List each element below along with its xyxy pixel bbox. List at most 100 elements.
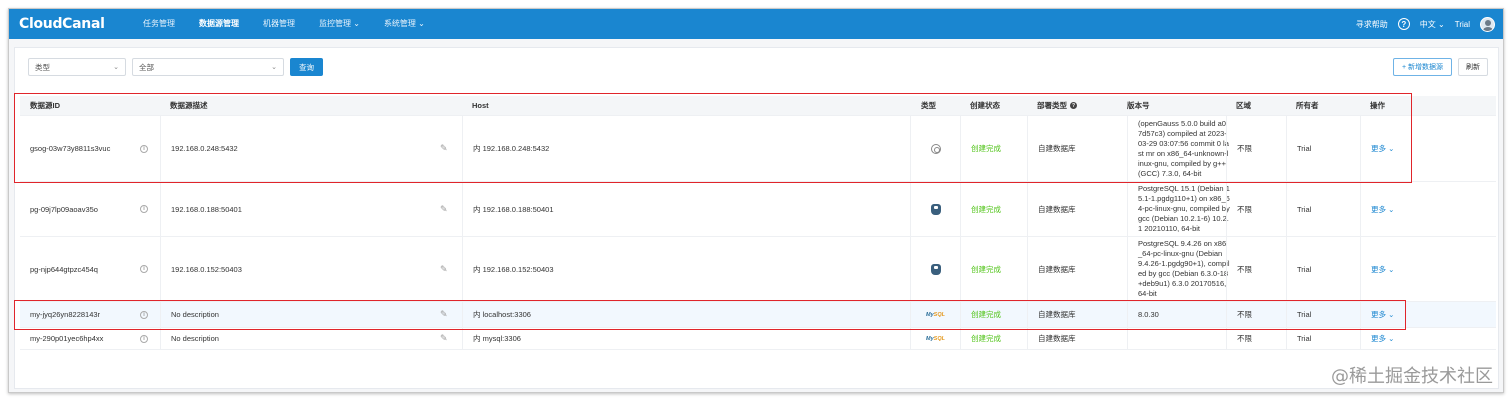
chevron-down-icon: ⌄ [271,64,277,71]
nav-task-management[interactable]: 任务管理 [131,9,187,39]
mysql-logo-text-accent: SQL [933,311,945,318]
region: 不限 [1226,182,1252,236]
col-host: Host [472,101,489,110]
table-header: 数据源ID 数据源描述 Host 类型 创建状态 部署类型 ? 版本号 区域 所… [20,96,1496,116]
status-text: 创建完成 [960,237,1001,301]
owner: Trial [1286,302,1311,327]
datasource-desc: 192.168.0.152:50403 [160,237,242,301]
edit-icon[interactable]: ✎ [440,309,448,320]
datasource-desc: 192.168.0.248:5432 [160,116,238,181]
mysql-icon: MySQL [926,336,945,342]
region: 不限 [1226,116,1252,181]
datasource-desc: 192.168.0.188:50401 [160,182,242,236]
version-text: PostgreSQL 15.1 (Debian 15.1-1.pgdg110+1… [1138,184,1230,233]
more-menu[interactable]: 更多 ⌄ [1360,116,1394,181]
edit-icon[interactable]: ✎ [440,264,448,275]
top-nav: CloudCanal 任务管理 数据源管理 机器管理 监控管理 ⌄ 系统管理 ⌄… [9,9,1503,39]
datasource-host: 内 192.168.0.188:50401 [462,182,554,236]
datasource-host: 内 mysql:3306 [462,328,521,349]
add-datasource-button[interactable]: + 新增数据源 [1392,58,1452,76]
col-ops: 操作 [1370,101,1385,110]
datasource-desc: No description [160,328,219,349]
postgresql-icon [930,263,941,275]
deploy-type: 自建数据库 [1027,328,1076,349]
table-row: pg-njp644gtpzc454q i 192.168.0.152:50403… [20,237,1496,302]
watermark: @稀土掘金技术社区 [1331,366,1493,387]
version-text: 8.0.30 [1127,302,1159,327]
info-icon[interactable]: i [140,334,148,343]
datasource-host: 内 192.168.0.152:50403 [462,237,554,301]
more-menu[interactable]: 更多 ⌄ [1360,237,1394,301]
datasource-desc: No description [160,302,219,327]
owner: Trial [1286,116,1311,181]
postgresql-icon [930,203,941,215]
info-icon[interactable]: i [140,144,148,153]
table-row: gsog-03w73y8811s3vuc i 192.168.0.248:543… [20,116,1496,182]
more-menu[interactable]: 更多 ⌄ [1360,302,1394,327]
content-panel: 类型 ⌄ 全部 ⌄ 查询 + 新增数据源 刷新 数据源ID 数据源描述 Host… [14,47,1499,389]
scope-select[interactable]: 全部 ⌄ [132,58,284,76]
datasource-id[interactable]: my-jyq26yn8228143r [30,302,100,327]
datasource-id[interactable]: my-290p01yec6hp4xx [30,328,103,349]
status-text: 创建完成 [960,328,1001,349]
help-link[interactable]: 寻求帮助 [1356,19,1388,30]
edit-icon[interactable]: ✎ [440,204,448,215]
logo: CloudCanal [19,16,105,32]
type-select[interactable]: 类型 ⌄ [28,58,126,76]
datasource-id[interactable]: pg-njp644gtpzc454q [30,237,98,301]
info-icon[interactable]: i [140,265,148,273]
col-id: 数据源ID [30,101,60,110]
col-desc: 数据源描述 [170,101,208,110]
opengauss-icon [930,143,941,154]
nav-system-management[interactable]: 系统管理 ⌄ [372,9,437,39]
mysql-logo-text: My [926,335,934,342]
region: 不限 [1226,302,1252,327]
deploy-type: 自建数据库 [1027,237,1076,301]
col-deploy-label: 部署类型 [1037,101,1067,110]
table-row: my-290p01yec6hp4xx i No description ✎ 内 … [20,328,1496,350]
owner: Trial [1286,182,1311,236]
status-text: 创建完成 [960,182,1001,236]
version-text: PostgreSQL 9.4.26 on x86_64-pc-linux-gnu… [1138,239,1230,298]
nav-monitor-management[interactable]: 监控管理 ⌄ [307,9,372,39]
owner: Trial [1286,328,1311,349]
datasource-id[interactable]: pg-09j7lp09aoav35o [30,182,98,236]
col-deploy: 部署类型 ? [1037,96,1077,115]
table-row: my-jyq26yn8228143r i No description ✎ 内 … [20,302,1496,328]
col-version: 版本号 [1127,101,1150,110]
edit-icon[interactable]: ✎ [440,143,448,154]
app-window: CloudCanal 任务管理 数据源管理 机器管理 监控管理 ⌄ 系统管理 ⌄… [8,8,1504,393]
more-menu[interactable]: 更多 ⌄ [1360,182,1394,236]
datasource-id[interactable]: gsog-03w73y8811s3vuc [30,116,110,181]
user-name[interactable]: Trial [1455,20,1470,29]
nav-machine-management[interactable]: 机器管理 [251,9,307,39]
col-type: 类型 [921,101,936,110]
filter-bar: 类型 ⌄ 全部 ⌄ 查询 [28,58,323,76]
info-icon[interactable]: i [140,205,148,213]
nav-datasource-management[interactable]: 数据源管理 [187,9,251,39]
region: 不限 [1226,237,1252,301]
mysql-logo-text: My [926,311,934,318]
table-row: pg-09j7lp09aoav35o i 192.168.0.188:50401… [20,182,1496,237]
col-owner: 所有者 [1296,101,1319,110]
language-select[interactable]: 中文 ⌄ [1420,19,1445,30]
avatar[interactable] [1480,16,1495,32]
info-icon[interactable]: i [140,310,148,319]
search-button[interactable]: 查询 [290,58,323,76]
version-text [1127,328,1138,349]
chevron-down-icon: ⌄ [113,64,119,71]
edit-icon[interactable]: ✎ [440,333,448,344]
mysql-icon: MySQL [926,312,945,318]
col-status: 创建状态 [970,101,1000,110]
mysql-logo-text-accent: SQL [933,335,945,342]
deploy-type: 自建数据库 [1027,302,1076,327]
refresh-button[interactable]: 刷新 [1458,58,1488,76]
question-icon[interactable]: ? [1397,18,1410,30]
toolbar-actions: + 新增数据源 刷新 [1392,58,1488,76]
datasource-host: 内 localhost:3306 [462,302,531,327]
more-menu[interactable]: 更多 ⌄ [1360,328,1394,349]
scope-select-value: 全部 [139,62,154,72]
col-region: 区域 [1236,101,1251,110]
help-icon[interactable]: ? [1070,102,1077,109]
region: 不限 [1226,328,1252,349]
